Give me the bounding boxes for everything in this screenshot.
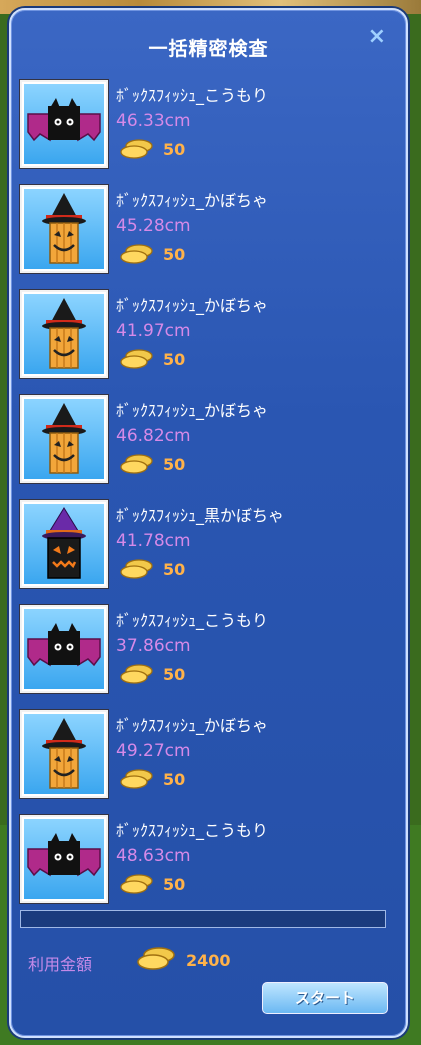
fish-name: ﾎﾞｯｸｽﾌｨｯｼｭ_こうもり <box>116 86 269 105</box>
bat-fish-icon <box>20 605 108 693</box>
fish-name: ﾎﾞｯｸｽﾌｨｯｼｭ_かぼちゃ <box>116 191 269 210</box>
fish-name: ﾎﾞｯｸｽﾌｨｯｼｭ_黒かぼちゃ <box>116 506 285 525</box>
coin-icon <box>137 947 175 970</box>
fish-name: ﾎﾞｯｸｽﾌｨｯｼｭ_かぼちゃ <box>116 401 269 420</box>
window-title: 一括精密検査 <box>148 38 269 60</box>
bat-fish-icon <box>20 815 108 903</box>
pumpkin-fish-icon <box>20 290 108 378</box>
fish-list-item: ﾎﾞｯｸｽﾌｨｯｼｭ_こうもり 48.63cm 50 <box>20 815 400 920</box>
fish-name: ﾎﾞｯｸｽﾌｨｯｼｭ_こうもり <box>116 611 269 630</box>
fish-size: 45.28cm <box>116 216 191 236</box>
fish-size: 41.97cm <box>116 321 191 341</box>
fish-list-item: ﾎﾞｯｸｽﾌｨｯｼｭ_かぼちゃ 49.27cm 50 <box>20 710 400 815</box>
fish-list-item: ﾎﾞｯｸｽﾌｨｯｼｭ_かぼちゃ 45.28cm 50 <box>20 185 400 290</box>
close-icon[interactable]: × <box>368 26 386 48</box>
inspection-progress-bar <box>20 910 386 928</box>
coin-icon <box>120 244 153 264</box>
total-cost-value: 2400 <box>186 951 231 970</box>
fish-size: 46.82cm <box>116 426 191 446</box>
coin-icon <box>120 139 153 159</box>
inspection-price: 50 <box>163 770 186 789</box>
coin-icon <box>120 349 153 369</box>
inspection-price: 50 <box>163 245 186 264</box>
coin-icon <box>120 769 153 789</box>
coin-icon <box>120 874 153 894</box>
inspection-price: 50 <box>163 455 186 474</box>
fish-size: 48.63cm <box>116 846 191 866</box>
start-button[interactable]: スタート <box>262 982 388 1014</box>
fish-size: 41.78cm <box>116 531 191 551</box>
fish-list: ﾎﾞｯｸｽﾌｨｯｼｭ_こうもり 46.33cm 50 ﾎﾞｯｸｽﾌｨｯｼｭ_かぼち… <box>20 80 400 920</box>
inspection-price: 50 <box>163 665 186 684</box>
fish-name: ﾎﾞｯｸｽﾌｨｯｼｭ_かぼちゃ <box>116 716 269 735</box>
fish-size: 46.33cm <box>116 111 191 131</box>
coin-icon <box>120 559 153 579</box>
fish-size: 49.27cm <box>116 741 191 761</box>
fish-list-item: ﾎﾞｯｸｽﾌｨｯｼｭ_こうもり 46.33cm 50 <box>20 80 400 185</box>
coin-icon <box>120 454 153 474</box>
inspection-price: 50 <box>163 875 186 894</box>
fish-list-item: ﾎﾞｯｸｽﾌｨｯｼｭ_こうもり 37.86cm 50 <box>20 605 400 710</box>
fish-name: ﾎﾞｯｸｽﾌｨｯｼｭ_かぼちゃ <box>116 296 269 315</box>
fish-list-item: ﾎﾞｯｸｽﾌｨｯｼｭ_かぼちゃ 46.82cm 50 <box>20 395 400 500</box>
black-pumpkin-fish-icon <box>20 500 108 588</box>
pumpkin-fish-icon <box>20 185 108 273</box>
pumpkin-fish-icon <box>20 395 108 483</box>
fish-name: ﾎﾞｯｸｽﾌｨｯｼｭ_こうもり <box>116 821 269 840</box>
fish-size: 37.86cm <box>116 636 191 656</box>
pumpkin-fish-icon <box>20 710 108 798</box>
total-cost-label: 利用金額 <box>28 955 93 974</box>
inspection-price: 50 <box>163 560 186 579</box>
bat-fish-icon <box>20 80 108 168</box>
coin-icon <box>120 664 153 684</box>
fish-list-item: ﾎﾞｯｸｽﾌｨｯｼｭ_かぼちゃ 41.97cm 50 <box>20 290 400 395</box>
inspection-price: 50 <box>163 350 186 369</box>
inspection-price: 50 <box>163 140 186 159</box>
fish-list-item: ﾎﾞｯｸｽﾌｨｯｼｭ_黒かぼちゃ 41.78cm 50 <box>20 500 400 605</box>
